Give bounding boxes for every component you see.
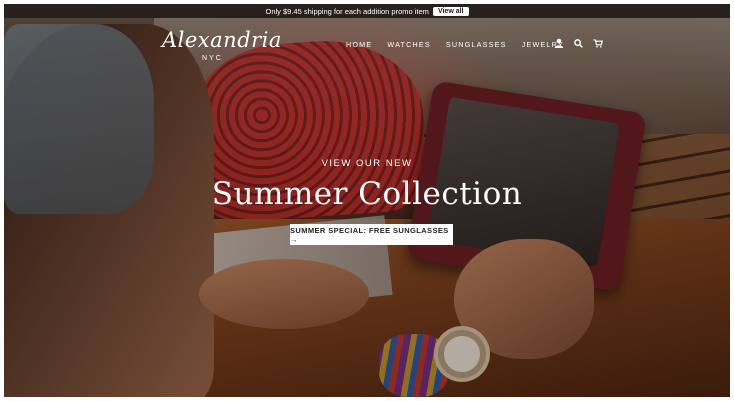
hero-kicker: VIEW OUR NEW [321,158,413,169]
announcement-text: Only $9.45 shipping for each addition pr… [265,6,429,16]
main-nav: HOME WATCHES SUNGLASSES JEWELRY [346,40,564,49]
view-all-button[interactable]: View all [432,6,469,16]
nav-home[interactable]: HOME [346,40,372,49]
page-frame: Only $9.45 shipping for each addition pr… [4,4,730,397]
nav-watches[interactable]: WATCHES [387,40,431,49]
summer-special-button[interactable]: SUMMER SPECIAL: FREE SUNGLASSES → [290,224,453,245]
user-icon[interactable] [554,38,564,51]
hero-title: Summer Collection [211,176,523,212]
nav-sunglasses[interactable]: SUNGLASSES [446,40,507,49]
site-header: Alexandria NYC HOME WATCHES SUNGLASSES J… [4,18,730,68]
announcement-bar: Only $9.45 shipping for each addition pr… [4,4,730,18]
logo-subtitle: NYC [202,55,223,62]
header-icons [554,38,603,51]
site-logo[interactable]: Alexandria [162,28,282,52]
search-icon[interactable] [574,38,583,51]
cart-icon[interactable] [593,38,603,51]
